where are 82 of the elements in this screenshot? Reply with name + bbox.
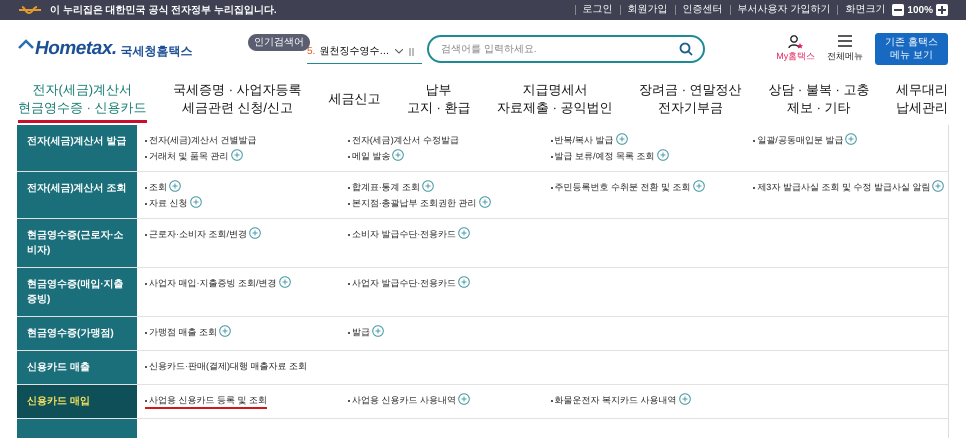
menu-link[interactable]: 합계표·통계 조회 — [348, 180, 542, 194]
rank-number: 5. — [307, 45, 316, 59]
top-link[interactable]: 인증센터 — [674, 5, 730, 15]
menu-link[interactable]: 가맹점 매출 조회 — [145, 325, 340, 339]
menu-link[interactable]: 전자(세금)계산서 건별발급 — [145, 133, 340, 147]
category-item[interactable]: 전자(세금)계산서 조회 — [17, 172, 137, 218]
nav-tab[interactable]: 지급명세서 자료제출 · 공익법인 — [497, 80, 613, 122]
plus-icon[interactable] — [458, 227, 470, 239]
plus-icon[interactable] — [219, 325, 232, 337]
plus-icon[interactable] — [278, 276, 290, 288]
plus-icon[interactable] — [372, 325, 384, 337]
menu-link[interactable]: 사업자 발급수단·전용카드 — [348, 276, 542, 290]
nav-tab[interactable]: 국세증명 · 사업자등록 세금관련 신청/신고 — [173, 80, 302, 122]
menu-link[interactable]: 신용카드·판매(결제)대행 매출자료 조회 — [145, 359, 340, 373]
menu-link[interactable]: 반복/복사 발급 — [550, 133, 746, 147]
plus-icon[interactable] — [392, 149, 404, 161]
caret-icon — [395, 49, 404, 54]
zoom-out-button[interactable] — [892, 4, 904, 16]
menu-link[interactable]: 발급 — [348, 325, 542, 339]
emblem-icon — [18, 5, 42, 15]
search-field[interactable]: 검색어를 입력하세요. — [427, 35, 705, 63]
nav-tab[interactable]: 세무대리 납세관리 — [896, 80, 948, 122]
term-text: 원천징수영수… — [319, 45, 390, 59]
category-item[interactable]: 전자(세금)계산서 발급 — [17, 125, 137, 171]
plus-icon[interactable] — [692, 180, 705, 192]
logo: Hometax. — [35, 36, 117, 61]
plus-icon[interactable] — [169, 180, 181, 192]
notice-text: 이 누리집은 대한민국 공식 전자정부 누리집입니다. — [50, 4, 277, 18]
pause-icon[interactable] — [409, 48, 414, 56]
plus-icon[interactable] — [678, 393, 691, 405]
menu-link[interactable]: 메일 발송 — [348, 149, 542, 163]
menu-link[interactable]: 근로자·소비자 조회/변경 — [145, 227, 340, 241]
minus-icon — [894, 9, 902, 11]
menu-link[interactable]: 제3자 발급사실 조회 및 수정 발급사실 알림 — [753, 180, 948, 194]
nav-tab[interactable]: 장려금 · 연말정산 전자기부금 — [639, 80, 742, 122]
roof-icon — [18, 39, 34, 50]
plus-icon[interactable] — [845, 133, 858, 145]
plus-icon[interactable] — [478, 196, 491, 208]
person-icon — [788, 34, 804, 50]
all-menu-button[interactable]: 전체메뉴 — [827, 34, 864, 64]
menu-link[interactable]: 사업용 신용카드 사용내역 — [348, 393, 542, 409]
popular-term[interactable]: 5. 원천징수영수… — [307, 40, 422, 64]
nav-tab[interactable]: 납부 고지 · 환급 — [406, 80, 470, 122]
plus-icon[interactable] — [932, 180, 944, 192]
nav-tab[interactable]: 세금신고 — [328, 90, 380, 114]
menu-icon — [838, 34, 852, 47]
plus-icon — [938, 6, 946, 14]
category-item[interactable]: 신용카드 매출 — [17, 351, 137, 384]
menu-link[interactable]: 주민등록번호 수취분 전환 및 조회 — [550, 180, 746, 194]
menu-link[interactable]: 사업자 매입·지출증빙 조회/변경 — [145, 276, 340, 290]
menu-link[interactable]: 자료 신청 — [145, 196, 340, 210]
logo-caption: 국세청홈택스 — [120, 43, 193, 60]
menu-link[interactable]: 사업용 신용카드 등록 및 조회 — [145, 393, 268, 409]
plus-icon[interactable] — [249, 227, 261, 239]
nav-tab[interactable]: 상담 · 불복 · 고충 제보 · 기타 — [768, 80, 870, 122]
menu-link[interactable]: 소비자 발급수단·전용카드 — [348, 227, 542, 241]
plus-icon[interactable] — [458, 393, 470, 405]
plus-icon[interactable] — [422, 180, 434, 192]
top-link[interactable]: 로그인 — [574, 5, 620, 15]
category-item[interactable]: 현금영수증(근로자·소비자) — [17, 219, 137, 267]
plus-icon[interactable] — [230, 149, 243, 161]
category-item[interactable]: 신용카드 매입 — [17, 385, 137, 418]
top-link[interactable]: 부서사용자 가입하기 — [730, 5, 838, 15]
zoom-in-button[interactable] — [936, 4, 948, 16]
menu-link[interactable]: 전자(세금)계산서 수정발급 — [348, 133, 542, 147]
classic-menu-button[interactable]: 기존 홈택스 메뉴 보기 — [875, 33, 948, 65]
zoom-level: 100% — [907, 4, 933, 18]
search-icon[interactable] — [679, 42, 693, 56]
plus-icon[interactable] — [616, 133, 628, 145]
plus-icon[interactable] — [458, 276, 470, 288]
my-hometax-button[interactable]: My홈택스 — [776, 34, 816, 64]
menu-link[interactable]: 거래처 및 품목 관리 — [145, 149, 340, 163]
plus-icon[interactable] — [190, 196, 202, 208]
plus-icon[interactable] — [656, 149, 669, 161]
menu-link[interactable]: 일괄/공동매입분 발급 — [753, 133, 948, 147]
top-link[interactable]: 회원가입 — [620, 5, 675, 15]
menu-link[interactable]: 발급 보류/예정 목록 조회 — [550, 149, 746, 163]
menu-link[interactable]: 화물운전자 복지카드 사용내역 — [550, 393, 746, 409]
category-item[interactable]: 현금영수증(매입·지출증빙) — [17, 268, 137, 316]
menu-link[interactable]: 조회 — [145, 180, 340, 194]
menu-link[interactable]: 본지점·총괄납부 조회권한 관리 — [348, 196, 542, 210]
category-item[interactable]: 현금영수증(가맹점) — [17, 317, 137, 350]
